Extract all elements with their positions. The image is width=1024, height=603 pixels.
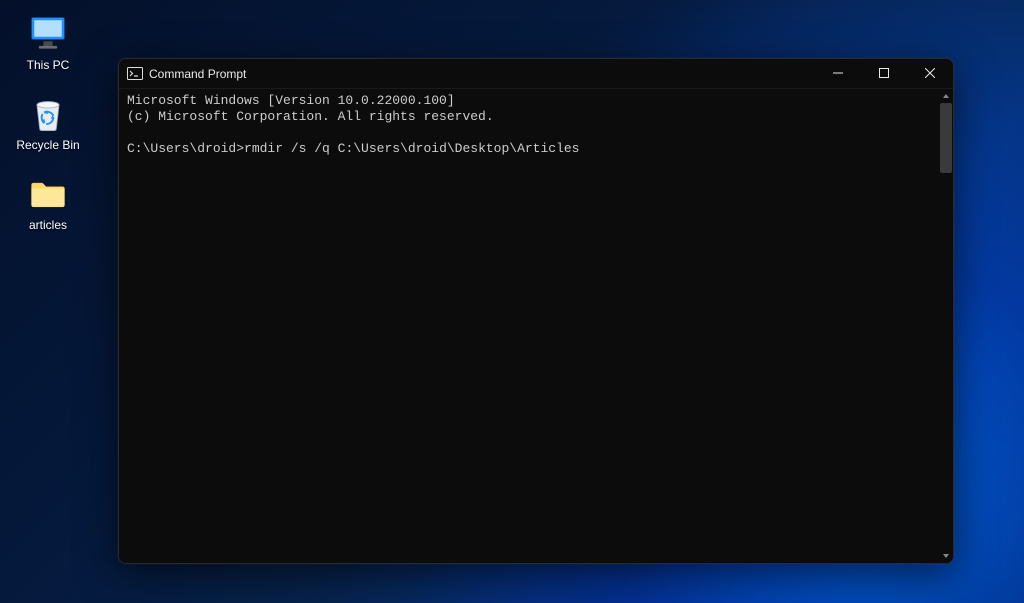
scroll-down-arrow-icon[interactable] [939, 549, 953, 563]
terminal-command: rmdir /s /q C:\Users\droid\Desktop\Artic… [244, 141, 579, 157]
command-prompt-icon [127, 66, 143, 82]
terminal-body[interactable]: Microsoft Windows [Version 10.0.22000.10… [119, 89, 953, 563]
desktop-icon-articles[interactable]: articles [8, 168, 88, 236]
maximize-icon [879, 65, 889, 83]
terminal-scrollbar[interactable] [939, 89, 953, 563]
minimize-button[interactable] [815, 59, 861, 88]
minimize-icon [833, 65, 843, 83]
scrollbar-thumb[interactable] [940, 103, 952, 173]
terminal-prompt: C:\Users\droid> [127, 141, 244, 157]
desktop-icon-label: articles [29, 218, 67, 232]
terminal-output-line: Microsoft Windows [Version 10.0.22000.10… [127, 93, 947, 109]
desktop-icons-area: This PC Recycle Bin [8, 8, 88, 236]
titlebar-left: Command Prompt [127, 66, 246, 82]
close-icon [925, 65, 935, 83]
monitor-icon [26, 12, 70, 56]
recycle-bin-icon [26, 92, 70, 136]
window-title: Command Prompt [149, 67, 246, 81]
scroll-up-arrow-icon[interactable] [939, 89, 953, 103]
close-button[interactable] [907, 59, 953, 88]
folder-icon [26, 172, 70, 216]
terminal-blank-line [127, 125, 947, 141]
desktop-icon-label: Recycle Bin [16, 138, 79, 152]
desktop-icon-label: This PC [27, 58, 70, 72]
desktop-icon-this-pc[interactable]: This PC [8, 8, 88, 76]
window-controls [815, 59, 953, 88]
terminal-prompt-line: C:\Users\droid>rmdir /s /q C:\Users\droi… [127, 141, 947, 157]
maximize-button[interactable] [861, 59, 907, 88]
command-prompt-window: Command Prompt [118, 58, 954, 564]
desktop-icon-recycle-bin[interactable]: Recycle Bin [8, 88, 88, 156]
terminal-output-line: (c) Microsoft Corporation. All rights re… [127, 109, 947, 125]
window-titlebar[interactable]: Command Prompt [119, 59, 953, 89]
